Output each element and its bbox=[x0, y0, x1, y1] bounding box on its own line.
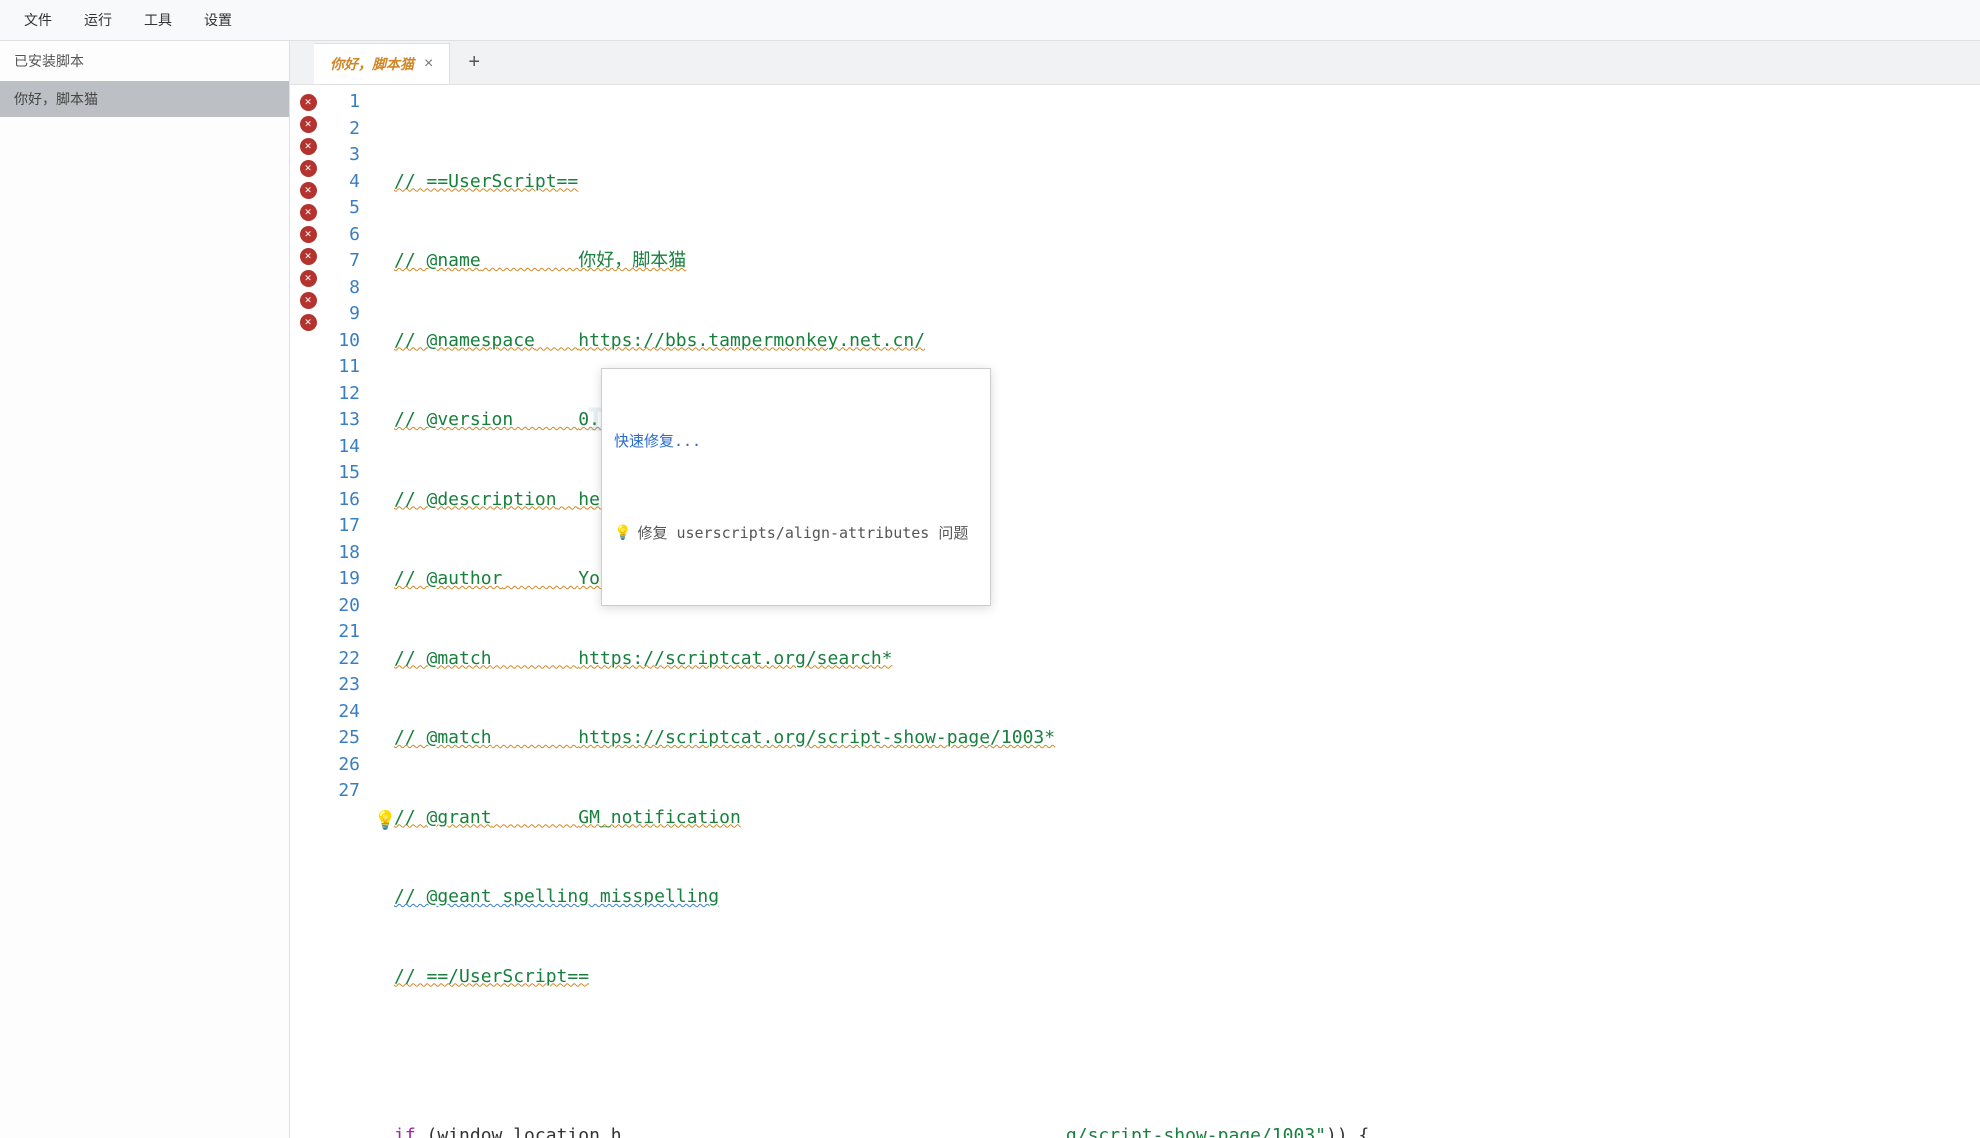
sidebar: 已安装脚本 你好，脚本猫 bbox=[0, 41, 290, 1138]
error-icon[interactable]: ✕ bbox=[300, 226, 317, 243]
line-number: 8 bbox=[326, 275, 360, 302]
code-line: (window.location.h bbox=[416, 1125, 622, 1138]
line-number: 13 bbox=[326, 407, 360, 434]
line-number: 15 bbox=[326, 460, 360, 487]
code-line: // @match bbox=[394, 727, 492, 748]
tabs: 你好，脚本猫 × + bbox=[290, 41, 1980, 85]
code-line: // @version bbox=[394, 409, 513, 430]
code-line: https://scriptcat.org/script-show-page/1… bbox=[578, 727, 1055, 748]
line-number: 3 bbox=[326, 142, 360, 169]
close-icon[interactable]: × bbox=[424, 55, 433, 73]
line-number: 17 bbox=[326, 513, 360, 540]
tab-active[interactable]: 你好，脚本猫 × bbox=[314, 43, 450, 84]
menu-file[interactable]: 文件 bbox=[8, 4, 68, 36]
code-line: // @description bbox=[394, 489, 557, 510]
gutter-errors: ✕ ✕ ✕ ✕ ✕ ✕ ✕ ✕ ✕ ✕ ✕ bbox=[290, 85, 326, 1138]
error-icon[interactable]: ✕ bbox=[300, 182, 317, 199]
code-line: https://bbs.tampermonkey.net.cn/ bbox=[578, 330, 925, 351]
editor-area: 你好，脚本猫 × + ✕✕✕✕✕✕✕✕✕✕✕ 12345678910111213… bbox=[290, 41, 1980, 1138]
error-icon[interactable]: ✕ bbox=[300, 204, 317, 221]
line-number: 26 bbox=[326, 752, 360, 779]
menu-settings[interactable]: 设置 bbox=[188, 4, 248, 36]
menubar: 文件 运行 工具 设置 bbox=[0, 0, 1980, 41]
error-icon[interactable]: ✕ bbox=[300, 248, 317, 265]
line-number: 27 bbox=[326, 778, 360, 805]
line-number: 7 bbox=[326, 248, 360, 275]
code-line: // @match bbox=[394, 648, 492, 669]
line-number: 24 bbox=[326, 699, 360, 726]
line-number: 23 bbox=[326, 672, 360, 699]
error-icon[interactable]: ✕ bbox=[300, 116, 317, 133]
lightbulb-icon[interactable]: 💡 bbox=[374, 808, 396, 835]
code-line: GM_notification bbox=[578, 807, 741, 828]
code-line: // @author bbox=[394, 568, 502, 589]
sidebar-header: 已安装脚本 bbox=[0, 41, 289, 81]
code-editor[interactable]: ✕✕✕✕✕✕✕✕✕✕✕ 1234567891011121314151617181… bbox=[290, 85, 1980, 1138]
code-line: 你好，脚本猫 bbox=[578, 250, 686, 271]
lightbulb-icon: 💡 bbox=[614, 520, 631, 547]
error-icon[interactable]: ✕ bbox=[300, 292, 317, 309]
code-line: // @name bbox=[394, 250, 481, 271]
error-icon[interactable]: ✕ bbox=[300, 138, 317, 155]
line-number: 4 bbox=[326, 169, 360, 196]
line-number: 18 bbox=[326, 540, 360, 567]
sidebar-item-script[interactable]: 你好，脚本猫 bbox=[0, 81, 289, 117]
error-icon[interactable]: ✕ bbox=[300, 270, 317, 287]
error-icon[interactable]: ✕ bbox=[300, 314, 317, 331]
line-number: 19 bbox=[326, 566, 360, 593]
tab-label: 你好，脚本猫 bbox=[330, 54, 414, 74]
code-line: g/script-show-page/1003" bbox=[1066, 1125, 1326, 1138]
tab-add-button[interactable]: + bbox=[450, 43, 498, 82]
line-number: 21 bbox=[326, 619, 360, 646]
line-number: 1 bbox=[326, 89, 360, 116]
line-number: 10 bbox=[326, 328, 360, 355]
line-number: 22 bbox=[326, 646, 360, 673]
error-icon[interactable]: ✕ bbox=[300, 160, 317, 177]
line-number: 5 bbox=[326, 195, 360, 222]
quickfix-title[interactable]: 快速修复... bbox=[602, 422, 990, 461]
code-line: if bbox=[394, 1125, 416, 1138]
gutter-line-numbers: 1234567891011121314151617181920212223242… bbox=[326, 85, 370, 1138]
line-number: 16 bbox=[326, 487, 360, 514]
line-number: 2 bbox=[326, 116, 360, 143]
code-line: // ==UserScript== bbox=[394, 171, 578, 192]
code-line: https://scriptcat.org/search* bbox=[578, 648, 892, 669]
line-number: 6 bbox=[326, 222, 360, 249]
code-line: // @namespace bbox=[394, 330, 535, 351]
menu-run[interactable]: 运行 bbox=[68, 4, 128, 36]
error-icon[interactable]: ✕ bbox=[300, 94, 317, 111]
line-number: 25 bbox=[326, 725, 360, 752]
line-number: 20 bbox=[326, 593, 360, 620]
line-number: 12 bbox=[326, 381, 360, 408]
menu-tools[interactable]: 工具 bbox=[128, 4, 188, 36]
quickfix-popup: 快速修复... 💡 修复 userscripts/align-attribute… bbox=[601, 368, 991, 606]
code-lines[interactable]: IMAGE180 // ==UserScript== // @name 你好，脚… bbox=[370, 85, 1980, 1138]
line-number: 14 bbox=[326, 434, 360, 461]
code-line: // ==/UserScript== bbox=[394, 966, 589, 987]
code-line: )) { bbox=[1326, 1125, 1369, 1138]
quickfix-item-label: 修复 userscripts/align-attributes 问题 bbox=[637, 520, 968, 547]
line-number: 11 bbox=[326, 354, 360, 381]
line-number: 9 bbox=[326, 301, 360, 328]
quickfix-item[interactable]: 💡 修复 userscripts/align-attributes 问题 bbox=[602, 514, 990, 553]
code-line: // @geant spelling misspelling bbox=[394, 886, 719, 907]
